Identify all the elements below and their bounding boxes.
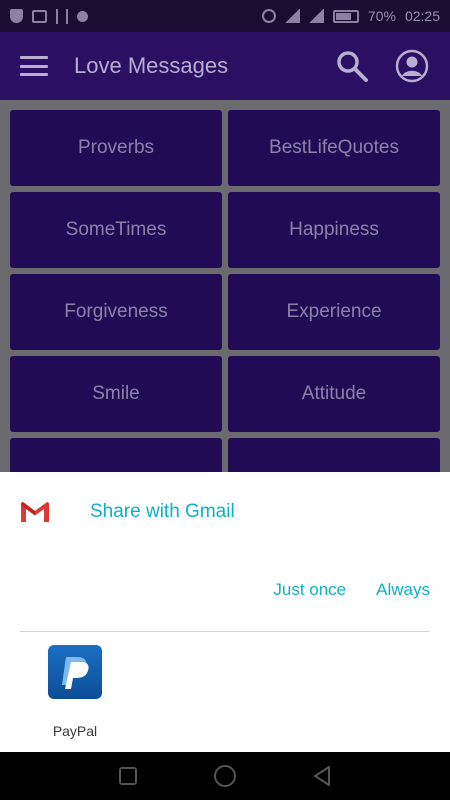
just-once-button[interactable]: Just once [273,580,346,600]
category-tile-happiness[interactable]: Happiness [228,192,440,268]
signal-2-icon [308,9,324,23]
battery-icon [332,9,359,23]
category-tile-experience[interactable]: Experience [228,274,440,350]
status-bar: 70% 02:25 [0,0,450,32]
alarm-icon [261,9,276,23]
account-icon[interactable] [394,48,430,84]
navigation-bar [0,752,450,800]
battery-percent: 70% [367,8,396,24]
app-option-paypal[interactable]: PayPal [36,645,114,739]
category-grid: Proverbs BestLifeQuotes SomeTimes Happin… [0,100,450,472]
usb-icon [56,8,68,24]
divider [20,631,430,632]
always-button[interactable]: Always [376,580,430,600]
home-icon[interactable] [213,764,237,788]
category-tile-smile[interactable]: Smile [10,356,222,432]
location-icon [77,10,88,22]
share-with-gmail-label: Share with Gmail [90,501,235,522]
shield-icon [10,9,23,23]
category-tile-bestlifequotes[interactable]: BestLifeQuotes [228,110,440,186]
app-title: Love Messages [74,53,229,78]
recents-icon[interactable] [116,764,140,788]
category-tile-sometimes[interactable]: SomeTimes [10,192,222,268]
app-bar-actions [334,48,430,84]
app-option-label: PayPal [52,723,98,739]
category-tile-hidden-right[interactable] [228,438,440,472]
app-bar: Love Messages [0,32,450,100]
menu-icon[interactable] [20,56,48,76]
share-with-gmail-row[interactable]: Share with Gmail [0,494,450,530]
status-system: 70% 02:25 [261,8,440,24]
search-icon[interactable] [334,48,370,84]
signal-icon [284,9,300,23]
category-tile-hidden-left[interactable] [10,438,222,472]
category-tile-attitude[interactable]: Attitude [228,356,440,432]
category-content: Proverbs BestLifeQuotes SomeTimes Happin… [0,100,450,472]
back-icon[interactable] [310,764,334,788]
share-sheet: Share with Gmail Just once Always PayPal [0,472,450,752]
category-tile-proverbs[interactable]: Proverbs [10,110,222,186]
category-tile-forgiveness[interactable]: Forgiveness [10,274,222,350]
share-actions: Just once Always [273,580,430,600]
status-notifications [10,8,88,24]
gmail-icon [21,502,49,522]
clock: 02:25 [404,8,440,24]
paypal-icon [48,645,102,699]
image-notification-icon [32,9,47,23]
